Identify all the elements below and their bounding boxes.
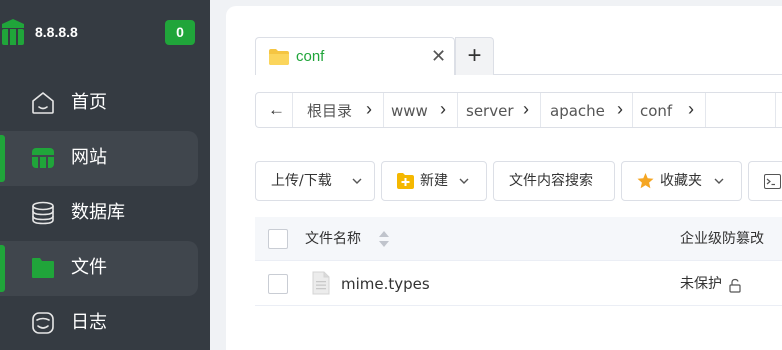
database-icon [32,201,54,225]
column-header-protection: 企业级防篡改 [680,231,764,247]
unlock-icon[interactable] [728,278,742,293]
notification-badge[interactable]: 0 [165,20,195,45]
close-icon[interactable]: ✕ [431,47,446,65]
favorites-label: 收藏夹 [660,173,702,189]
sidebar-item-home[interactable]: 首页 [0,76,198,131]
content-search-label: 文件内容搜索 [509,173,593,189]
file-table-header: 文件名称 企业级防篡改 [255,217,782,261]
divider [775,93,776,127]
chevron-right-icon: › [366,99,372,119]
sidebar-item-label: 数据库 [71,202,125,223]
add-tab-button[interactable]: + [455,37,494,75]
folder-icon [32,258,54,278]
divider [705,93,706,127]
favorites-button[interactable]: 收藏夹 [621,161,742,201]
website-icon [32,148,54,168]
sidebar-item-website[interactable]: 网站 [0,131,198,186]
server-host: 8.8.8.8 [35,24,78,40]
sidebar-item-files[interactable]: 文件 [0,241,198,296]
new-folder-icon [397,173,414,189]
sidebar-item-database[interactable]: 数据库 [0,186,198,241]
chevron-right-icon: › [688,99,694,119]
divider [457,93,458,127]
sidebar-item-label: 文件 [71,257,107,278]
divider [540,93,541,127]
new-button[interactable]: 新建 [381,161,487,201]
breadcrumb-item-apache[interactable]: apache [550,102,605,120]
server-logo-icon [2,19,24,45]
upload-download-button[interactable]: 上传/下载 [255,161,375,201]
chevron-right-icon: › [440,99,446,119]
sidebar-header: 8.8.8.8 0 [0,0,210,64]
home-icon [32,92,54,114]
log-icon [32,312,54,334]
row-checkbox[interactable] [268,274,288,294]
tab-divider [494,74,782,75]
column-header-filename[interactable]: 文件名称 [305,230,361,248]
chevron-down-icon [459,178,469,184]
protection-status: 未保护 [680,276,722,292]
sort-icon[interactable] [378,230,390,248]
tab-label: conf [296,48,325,65]
back-arrow-icon[interactable]: ← [268,100,285,120]
tab-conf[interactable]: conf ✕ [255,37,455,75]
sidebar-item-label: 首页 [71,92,107,113]
chevron-right-icon: › [617,99,623,119]
chevron-right-icon: › [523,99,529,119]
sidebar-item-label: 网站 [71,147,107,168]
chevron-down-icon [714,178,724,184]
divider [632,93,633,127]
new-label: 新建 [420,173,448,189]
select-all-checkbox[interactable] [268,229,288,249]
upload-download-label: 上传/下载 [271,173,332,189]
breadcrumb: ← 根目录 › www › server › apache › conf › [255,92,782,128]
sidebar-item-logs[interactable]: 日志 [0,296,198,350]
breadcrumb-item-server[interactable]: server [466,102,513,120]
terminal-button[interactable] [748,161,782,201]
star-icon [637,173,654,189]
content-search-button[interactable]: 文件内容搜索 [493,161,615,201]
file-icon [312,271,330,295]
terminal-icon [764,174,781,189]
breadcrumb-item-root[interactable]: 根目录 [307,102,352,120]
table-row[interactable]: mime.types 未保护 [255,262,782,306]
file-name[interactable]: mime.types [341,275,430,293]
chevron-down-icon [352,178,362,184]
breadcrumb-item-www[interactable]: www [391,102,428,120]
sidebar: 8.8.8.8 0 首页 网站 数据库 文件 日志 [0,0,210,350]
sidebar-item-label: 日志 [71,312,107,333]
folder-icon [269,49,289,65]
divider [383,93,384,127]
divider [292,93,293,127]
breadcrumb-item-conf[interactable]: conf [640,102,672,120]
